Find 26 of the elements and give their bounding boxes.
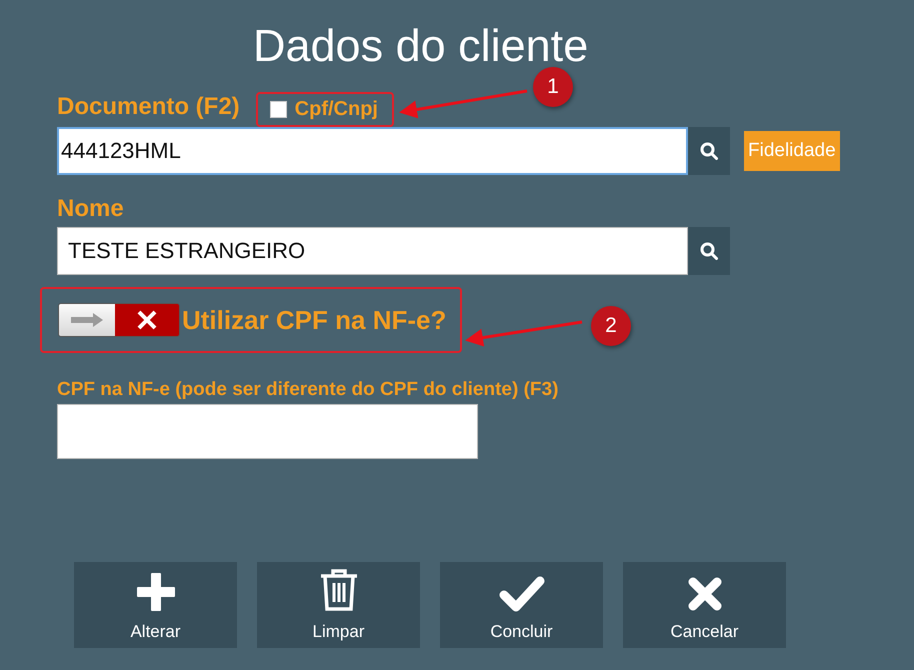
trash-icon [318, 568, 358, 612]
search-icon [700, 142, 718, 160]
field-label: CPF na NF-e (pode ser diferente do CPF do cliente) (F3) [57, 379, 560, 401]
checkbox[interactable] [270, 101, 287, 118]
checkmark-icon [498, 576, 544, 612]
input-field[interactable] [57, 404, 478, 459]
close-icon [686, 576, 722, 612]
action-button[interactable]: Cancelar [623, 562, 786, 648]
input-field[interactable]: 444123HML [57, 127, 688, 175]
search-button[interactable] [688, 127, 730, 175]
field-label: Nome [57, 195, 125, 223]
toggle-switch[interactable] [58, 303, 180, 337]
input-field[interactable]: TESTE ESTRANGEIRO [57, 227, 688, 275]
callout-badge: 2 [591, 306, 631, 346]
search-button[interactable] [688, 227, 730, 275]
action-button[interactable]: Limpar [257, 562, 420, 648]
field-label: Documento (F2) [57, 93, 240, 121]
plus-icon [136, 572, 176, 612]
search-icon [700, 242, 718, 260]
toggle-label: Utilizar CPF na NF-e? [182, 306, 446, 334]
action-button[interactable]: Alterar [74, 562, 237, 648]
callout-badge: 1 [533, 67, 573, 107]
action-button[interactable]: Concluir [440, 562, 603, 648]
arrow-icon [69, 312, 105, 328]
checkbox-label: Cpf/Cnpj [294, 98, 378, 121]
close-icon [136, 309, 158, 331]
